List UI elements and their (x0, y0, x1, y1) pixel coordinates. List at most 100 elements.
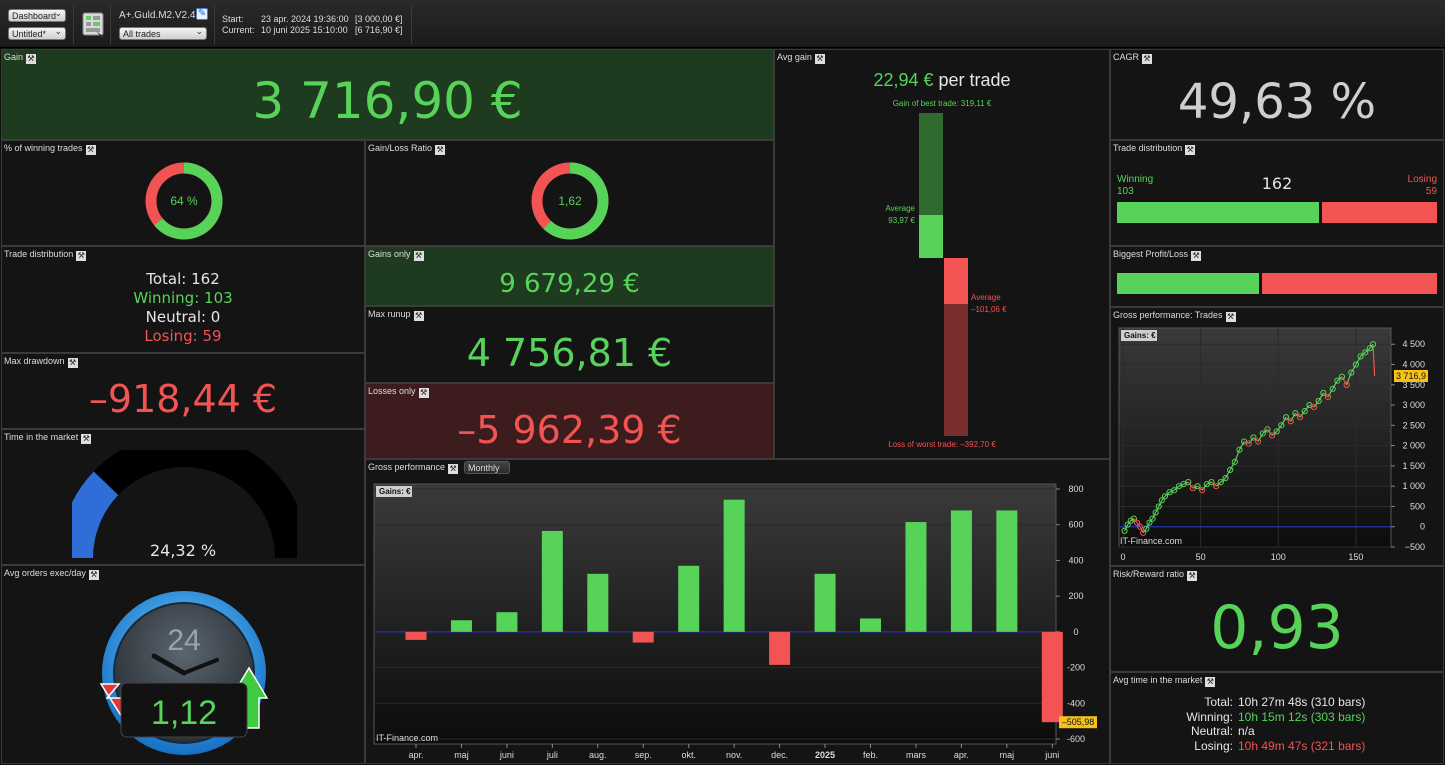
wrench-icon[interactable]: ⚒ (81, 434, 92, 444)
y-tick-label: 3 000 (1402, 400, 1425, 410)
winning-trades: Winning: 103 (133, 289, 233, 307)
bar[interactable] (996, 510, 1018, 632)
wrench-icon[interactable]: ⚒ (413, 311, 424, 321)
x-tick-label: 150 (1348, 552, 1363, 562)
x-tick-label: juni (1044, 750, 1059, 760)
bar[interactable] (1041, 631, 1063, 723)
start-label: Start: (222, 14, 244, 24)
y-tick-label: 600 (1068, 520, 1083, 530)
y-tick-label: 2 000 (1402, 441, 1425, 451)
y-tick-label: 4 500 (1402, 339, 1425, 349)
wrench-icon[interactable]: ⚒ (1225, 312, 1236, 322)
panel-title: Gain ⚒ (4, 52, 37, 64)
toolbar-divider (411, 4, 412, 44)
bar[interactable] (541, 530, 563, 632)
dashboard-select[interactable]: Dashboard (8, 9, 66, 22)
wrench-icon[interactable]: ⚒ (413, 251, 424, 261)
wrench-icon[interactable]: ⚒ (1191, 251, 1202, 261)
max-runup-panel: Max runup ⚒ 4 756,81 € (365, 306, 774, 383)
cagr-value: 49,63 % (1177, 74, 1377, 130)
wrench-icon[interactable]: ⚒ (1185, 145, 1196, 155)
bar[interactable] (950, 510, 972, 632)
toolbar-divider (110, 4, 111, 44)
x-tick-label: feb. (863, 750, 878, 760)
bar[interactable] (496, 612, 518, 632)
bar[interactable] (405, 631, 427, 640)
panel-title: Trade distribution ⚒ (1113, 143, 1196, 155)
y-tick-label: -400 (1067, 698, 1085, 708)
toolbar-divider (214, 4, 215, 44)
start-amount: [3 000,00 €] (355, 14, 403, 24)
wrench-icon[interactable]: ⚒ (26, 54, 37, 64)
losses-only-panel: Losses only ⚒ –5 962,39 € (365, 383, 774, 459)
bar[interactable] (905, 522, 927, 632)
x-tick-label: maj (454, 750, 469, 760)
bar[interactable] (814, 573, 836, 632)
x-tick-label: juni (499, 750, 514, 760)
bar[interactable] (587, 573, 609, 632)
avg-orders-value: 1,12 (151, 694, 217, 732)
risk-reward-panel: Risk/Reward ratio ⚒ 0,93 (1110, 566, 1444, 672)
wrench-icon[interactable]: ⚒ (1142, 54, 1153, 64)
wrench-icon[interactable]: ⚒ (76, 251, 87, 261)
x-tick-label: 50 (1196, 552, 1206, 562)
plot-area (1118, 327, 1392, 548)
panel-title: Avg time in the market ⚒ (1113, 675, 1216, 687)
losing-trades: Losing: 59 (144, 327, 222, 345)
panel-title: Time in the market ⚒ (4, 432, 92, 444)
wrench-icon[interactable]: ⚒ (435, 145, 446, 155)
gain-loss-donut: 1,62 (531, 162, 609, 240)
bar[interactable] (723, 499, 745, 632)
x-tick-label: 0 (1120, 552, 1125, 562)
y-tick-label: 200 (1068, 591, 1083, 601)
best-trade-bar (919, 113, 943, 216)
worst-trade-label: Loss of worst trade: –392,70 € (888, 440, 996, 449)
clock-label: 24 (167, 624, 200, 657)
wrench-icon[interactable]: ⚒ (67, 358, 78, 368)
wrench-icon[interactable]: ⚒ (1205, 677, 1216, 687)
biggest-profit-bar (1117, 273, 1259, 294)
gross-performance-trades-chart[interactable]: 4 5004 0003 5003 0002 5002 0001 5001 000… (1111, 322, 1444, 566)
time-in-market-value: 24,32 % (149, 541, 217, 560)
gross-performance-chart[interactable]: 800 600 400 200 0 -200 -400 -600 apr. maj juni juli… (366, 476, 1110, 764)
layout-select[interactable]: Untitled* (8, 27, 66, 40)
gross-performance-panel: Gross performance⚒ Monthly 800 600 400 200 0… (365, 459, 1110, 764)
gains-only-value: 9 679,29 € (499, 269, 640, 299)
period-select[interactable]: Monthly (464, 461, 510, 474)
y-tick-label: 0 (1073, 627, 1078, 637)
best-trade-label: Gain of best trade: 319,11 € (892, 99, 992, 108)
avg-loss-value: –101,06 € (971, 305, 1007, 314)
losses-only-value: –5 962,39 € (457, 408, 682, 452)
panel-title: Max drawdown ⚒ (4, 356, 78, 368)
bar[interactable] (860, 618, 882, 632)
cagr-panel: CAGR ⚒ 49,63 % (1110, 49, 1444, 140)
y-tick-label: 500 (1410, 501, 1425, 511)
wrench-icon[interactable]: ⚒ (418, 388, 429, 398)
wrench-icon[interactable]: ⚒ (448, 464, 459, 474)
avg-orders-clock-icon: 24 1,12 (99, 591, 269, 755)
bar[interactable] (450, 620, 472, 632)
wrench-icon[interactable]: ⚒ (85, 145, 96, 155)
watermark: IT-Finance.com (1120, 536, 1182, 546)
y-tick-label: 1 000 (1402, 481, 1425, 491)
wrench-icon[interactable]: ⚒ (1187, 571, 1198, 581)
bar[interactable] (632, 631, 654, 643)
trades-filter-select[interactable]: All trades (119, 27, 207, 40)
bar[interactable] (678, 565, 700, 632)
edit-icon[interactable]: ✎ (196, 8, 208, 20)
max-runup-value: 4 756,81 € (466, 331, 673, 375)
y-tick-label: 400 (1068, 555, 1083, 565)
time-in-market-panel: Time in the market ⚒ 24,32 % (1, 429, 365, 565)
total-trades: Total: 162 (146, 270, 220, 288)
panel-title: Max runup ⚒ (368, 309, 424, 321)
bar[interactable] (769, 631, 791, 665)
toolbar: Dashboard Untitled* A+.Guld.M2.V2.4 ✎ Al… (0, 0, 1445, 48)
strategy-icon[interactable] (82, 11, 104, 38)
wrench-icon[interactable]: ⚒ (814, 54, 825, 64)
gains-tag-label: Gains: € (379, 487, 411, 496)
avg-win-label: Average (885, 204, 915, 213)
y-tick-label: 2 500 (1402, 420, 1425, 430)
wrench-icon[interactable]: ⚒ (88, 570, 99, 580)
avg-win-value: 93,97 € (888, 216, 915, 225)
avg-time-row-neutral: Neutral: n/a (1111, 724, 1443, 739)
